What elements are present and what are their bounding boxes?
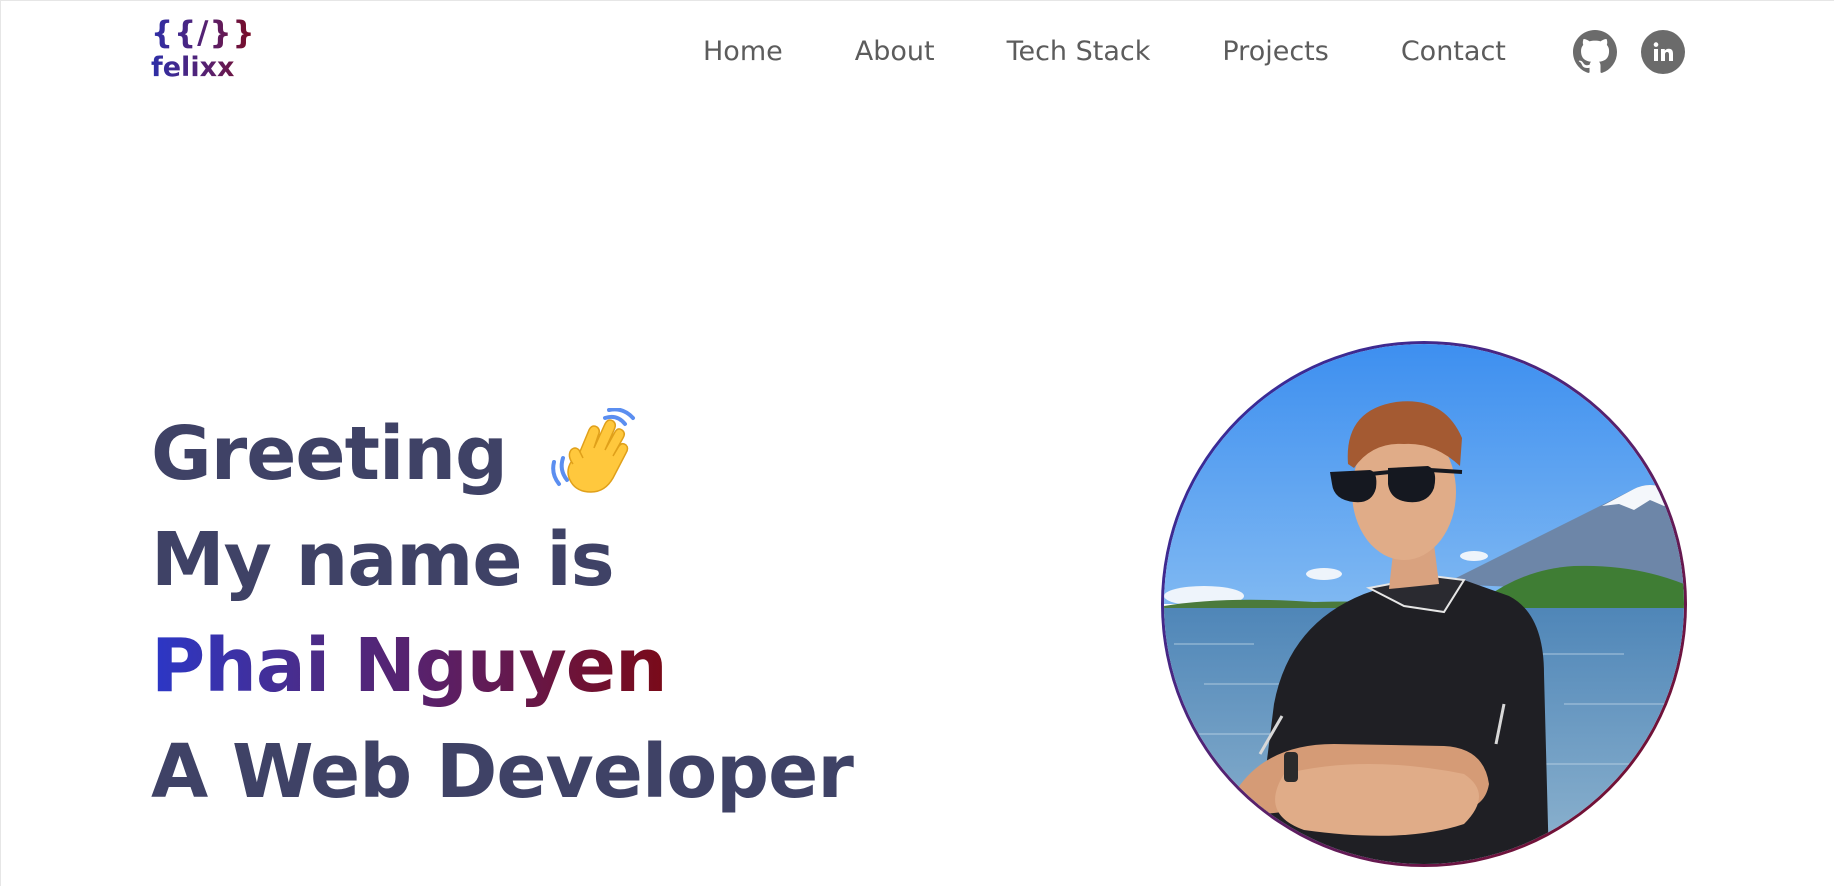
site-logo[interactable]: {{/}} felixx — [151, 15, 256, 83]
nav-about[interactable]: About — [855, 34, 935, 70]
nav-projects[interactable]: Projects — [1222, 34, 1328, 70]
social-links — [1573, 30, 1685, 74]
nav-tech-stack[interactable]: Tech Stack — [1007, 34, 1151, 70]
avatar — [1164, 344, 1684, 864]
main-nav: Home About Tech Stack Projects Contact — [703, 34, 1506, 70]
github-icon[interactable] — [1573, 30, 1617, 74]
linkedin-icon[interactable] — [1641, 30, 1685, 74]
page-frame: {{/}} felixx Home About Tech Stack Proje… — [0, 0, 1834, 886]
hero-intro: My name is — [151, 517, 615, 603]
avatar-frame — [1161, 341, 1687, 867]
hero-heading: Greeting My name is Phai Nguyen A Web De… — [151, 401, 854, 825]
nav-home[interactable]: Home — [703, 34, 783, 70]
profile-photo — [1164, 344, 1684, 864]
logo-text: felixx — [151, 53, 256, 83]
nav-contact[interactable]: Contact — [1401, 34, 1506, 70]
waving-hand-icon — [549, 407, 641, 500]
hero-name-line: Phai Nguyen — [151, 613, 853, 719]
hero-role: A Web Developer — [151, 729, 854, 815]
hero-greeting: Greeting — [151, 411, 508, 497]
logo-mark: {{/}} — [151, 15, 256, 51]
hero-name: Phai Nguyen — [151, 613, 668, 719]
hero-greeting-line: Greeting — [151, 401, 853, 507]
